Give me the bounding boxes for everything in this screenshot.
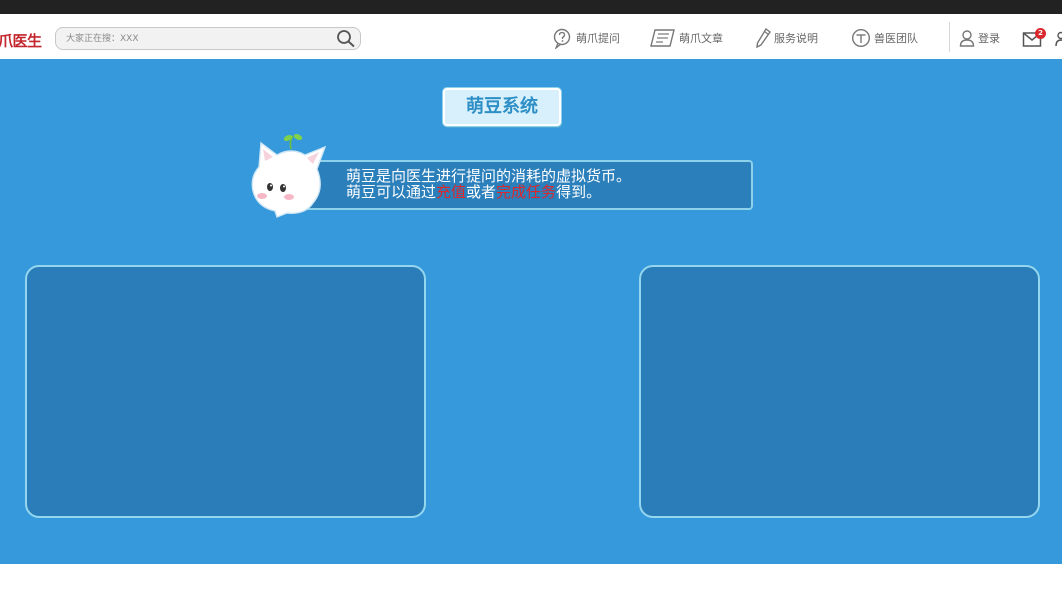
cat-mascot-icon [251,133,327,218]
more-icon[interactable] [1055,31,1062,47]
search-box [55,27,361,50]
description-line-2: 萌豆可以通过充值或者完成任务得到。 [346,184,751,200]
team-icon [851,28,871,48]
nav-label-ask: 萌爪提问 [576,32,620,45]
search-icon[interactable] [336,29,356,48]
user-icon [959,30,975,47]
coin-system-hero: 萌豆系统 萌豆是向医生进行提问的消耗的虚拟货币。 萌豆可以通过充值或者完成任务得… [0,59,1062,564]
top-navbar: 爪医生 萌爪提问 萌爪文章 服务说明 [0,14,1062,59]
hero-title: 萌豆系统 [443,88,561,126]
content-panel-right [639,265,1040,518]
login-label: 登录 [978,32,1000,45]
description-text-a: 萌豆可以通过 [346,183,437,201]
description-text-b: 或者 [466,183,497,201]
complete-task-link[interactable]: 完成任务 [496,183,556,201]
browser-top-strip [0,0,1062,14]
nav-item-team[interactable]: 兽医团队 [851,27,918,49]
login-link[interactable]: 登录 [959,27,1000,49]
mail-badge: 2 [1035,28,1046,39]
nav-label-service: 服务说明 [774,32,818,45]
nav-item-service[interactable]: 服务说明 [756,27,818,49]
content-panel-left [25,265,426,518]
description-bubble: 萌豆是向医生进行提问的消耗的虚拟货币。 萌豆可以通过充值或者完成任务得到。 [300,160,753,210]
pencil-icon [756,27,771,48]
description-text-c: 得到。 [556,183,602,201]
nav-item-ask[interactable]: 萌爪提问 [552,27,620,49]
question-bubble-icon [553,28,571,49]
page-footer [0,564,1062,591]
article-icon [650,29,675,47]
description-line-1: 萌豆是向医生进行提问的消耗的虚拟货币。 [346,167,632,185]
nav-label-articles: 萌爪文章 [679,32,723,45]
nav-item-articles[interactable]: 萌爪文章 [650,27,723,49]
site-logo[interactable]: 爪医生 [0,30,42,51]
nav-divider [949,22,950,52]
nav-label-team: 兽医团队 [874,32,918,45]
search-input[interactable] [66,31,331,46]
recharge-link[interactable]: 充值 [436,183,466,201]
